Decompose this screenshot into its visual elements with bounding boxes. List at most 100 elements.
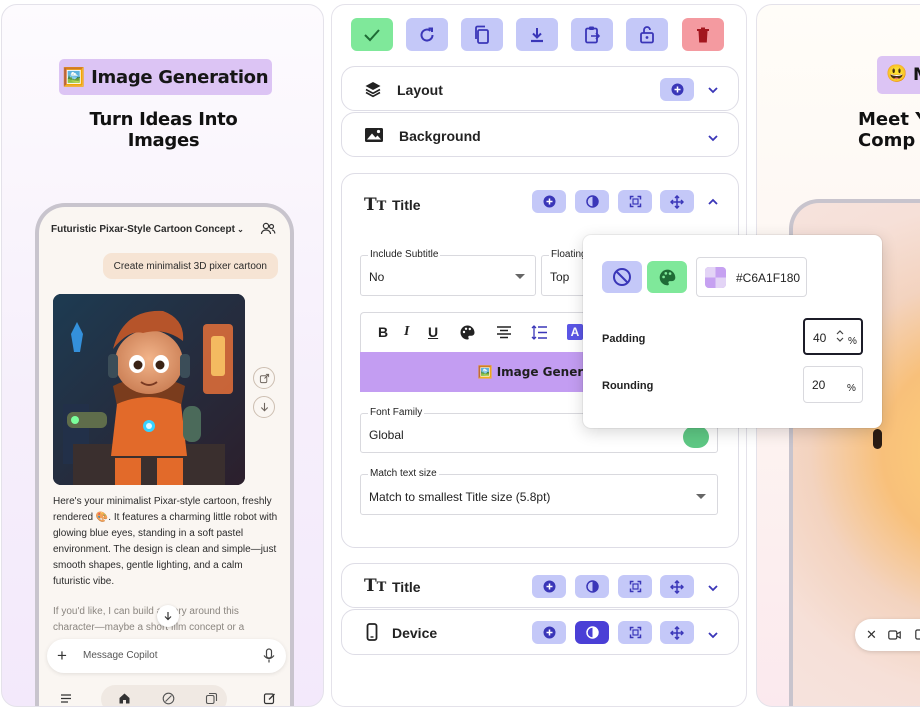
scroll-down-icon[interactable] [157,605,179,627]
palette-icon[interactable] [459,324,476,341]
picture-emoji-icon: 🖼️ [477,365,493,379]
underline-button[interactable]: U [428,324,438,340]
phone-mockup: Futuristic Pixar-Style Cartoon Concept ⌄… [35,203,294,706]
video-camera-icon[interactable] [888,630,901,640]
color-palette-button[interactable] [647,261,687,293]
pages-icon[interactable] [205,692,218,705]
download-image-icon[interactable] [253,396,275,418]
feature-badge: 🖼️ Image Generation [59,59,272,95]
refresh-button[interactable] [406,18,448,51]
screen-share-icon[interactable] [915,629,920,641]
section-device[interactable]: Device [341,609,739,655]
italic-button[interactable]: I [404,324,409,340]
call-controls: ✕ [855,619,920,651]
download-button[interactable] [516,18,558,51]
preview-card-image-generation: 🖼️ Image Generation Turn Ideas Into Imag… [1,4,324,707]
match-text-size-select[interactable]: Match text size Match to smallest Title … [360,468,718,515]
section-layout[interactable]: Layout [341,66,739,111]
title-contrast-button[interactable] [575,190,609,213]
title2-add-button[interactable] [532,575,566,598]
layout-add-button[interactable] [660,78,694,101]
title2-contrast-button[interactable] [575,575,609,598]
microphone-icon[interactable] [262,648,276,664]
copy-button[interactable] [461,18,503,51]
rounding-input[interactable]: 20 % [803,366,863,403]
color-swatch[interactable] [705,267,726,288]
text-format-icon: TT [364,195,387,215]
plus-circle-icon [671,83,683,96]
font-family-indicator [683,426,709,448]
device-add-button[interactable] [532,621,566,644]
no-color-button[interactable] [602,261,642,293]
menu-icon[interactable] [60,693,72,704]
generated-cartoon-image[interactable] [53,294,245,485]
title-add-button[interactable] [532,190,566,213]
chevron-down-icon[interactable] [706,83,720,97]
dropdown-caret-icon [515,274,525,279]
paste-button[interactable] [571,18,613,51]
section-background[interactable]: Background [341,112,739,157]
phone-icon [366,623,378,641]
include-subtitle-select[interactable]: Include Subtitle No [360,249,536,296]
trash-icon [697,27,709,42]
color-hex-value: #C6A1F180 [736,271,801,285]
move-icon [670,194,684,209]
unlock-icon [640,26,654,44]
chevron-down-icon[interactable] [706,131,720,145]
section-title-collapsed[interactable]: TT Title [341,563,739,608]
text-color-button[interactable]: A [567,324,583,340]
plus-circle-icon [543,626,555,639]
unlock-button[interactable] [626,18,668,51]
contrast-icon [585,626,599,639]
dropdown-caret-icon [696,494,706,499]
conversation-title[interactable]: Futuristic Pixar-Style Cartoon Concept ⌄ [51,224,244,235]
palette-icon [659,269,675,285]
chevron-down-icon[interactable] [706,581,720,595]
move-icon [670,579,684,594]
contrast-icon [585,195,599,208]
contrast-icon [585,580,599,593]
discover-icon[interactable] [162,692,175,705]
stepper-icon[interactable] [836,329,844,343]
chevron-up-icon[interactable] [706,195,720,209]
bottom-nav [39,685,290,706]
smiley-emoji-icon: 😃 [886,64,908,83]
resize-icon [629,195,641,208]
title-resize-button[interactable] [618,190,652,213]
title2-resize-button[interactable] [618,575,652,598]
line-height-icon[interactable] [531,324,548,341]
image-icon [365,128,383,142]
people-icon[interactable] [260,221,276,237]
color-input[interactable]: #C6A1F180 [696,257,807,297]
feature-badge: 😃 M [877,56,920,94]
align-center-icon[interactable] [496,325,512,340]
title-move-button[interactable] [660,190,694,213]
bold-button[interactable]: B [378,324,388,340]
device-contrast-button[interactable] [575,621,609,644]
device-move-button[interactable] [660,621,694,644]
message-input[interactable]: + Message Copilot [47,639,286,673]
prohibited-icon [613,268,631,286]
padding-input[interactable]: 40 % [803,318,863,355]
title2-move-button[interactable] [660,575,694,598]
close-icon[interactable]: ✕ [866,627,877,643]
text-format-toolbar: B I U A [360,312,600,352]
plus-icon[interactable]: + [57,647,67,664]
section-layout-title: Layout [397,82,443,98]
compose-icon[interactable] [263,692,276,705]
check-icon [364,28,380,41]
padding-label: Padding [602,333,646,345]
chevron-down-icon[interactable] [706,628,720,642]
home-icon[interactable] [118,692,131,705]
title-preview-banner: 🖼️ Image Generation [360,352,600,392]
picture-emoji-icon: 🖼️ [62,66,86,87]
device-resize-button[interactable] [618,621,652,644]
user-prompt-bubble: Create minimalist 3D pixer cartoon [102,253,278,279]
check-button[interactable] [351,18,393,51]
share-image-icon[interactable] [253,367,275,389]
plus-circle-icon [543,195,555,208]
section-device-title: Device [392,625,438,641]
refresh-icon [420,27,434,42]
layers-icon [365,82,381,98]
delete-button[interactable] [682,18,724,51]
